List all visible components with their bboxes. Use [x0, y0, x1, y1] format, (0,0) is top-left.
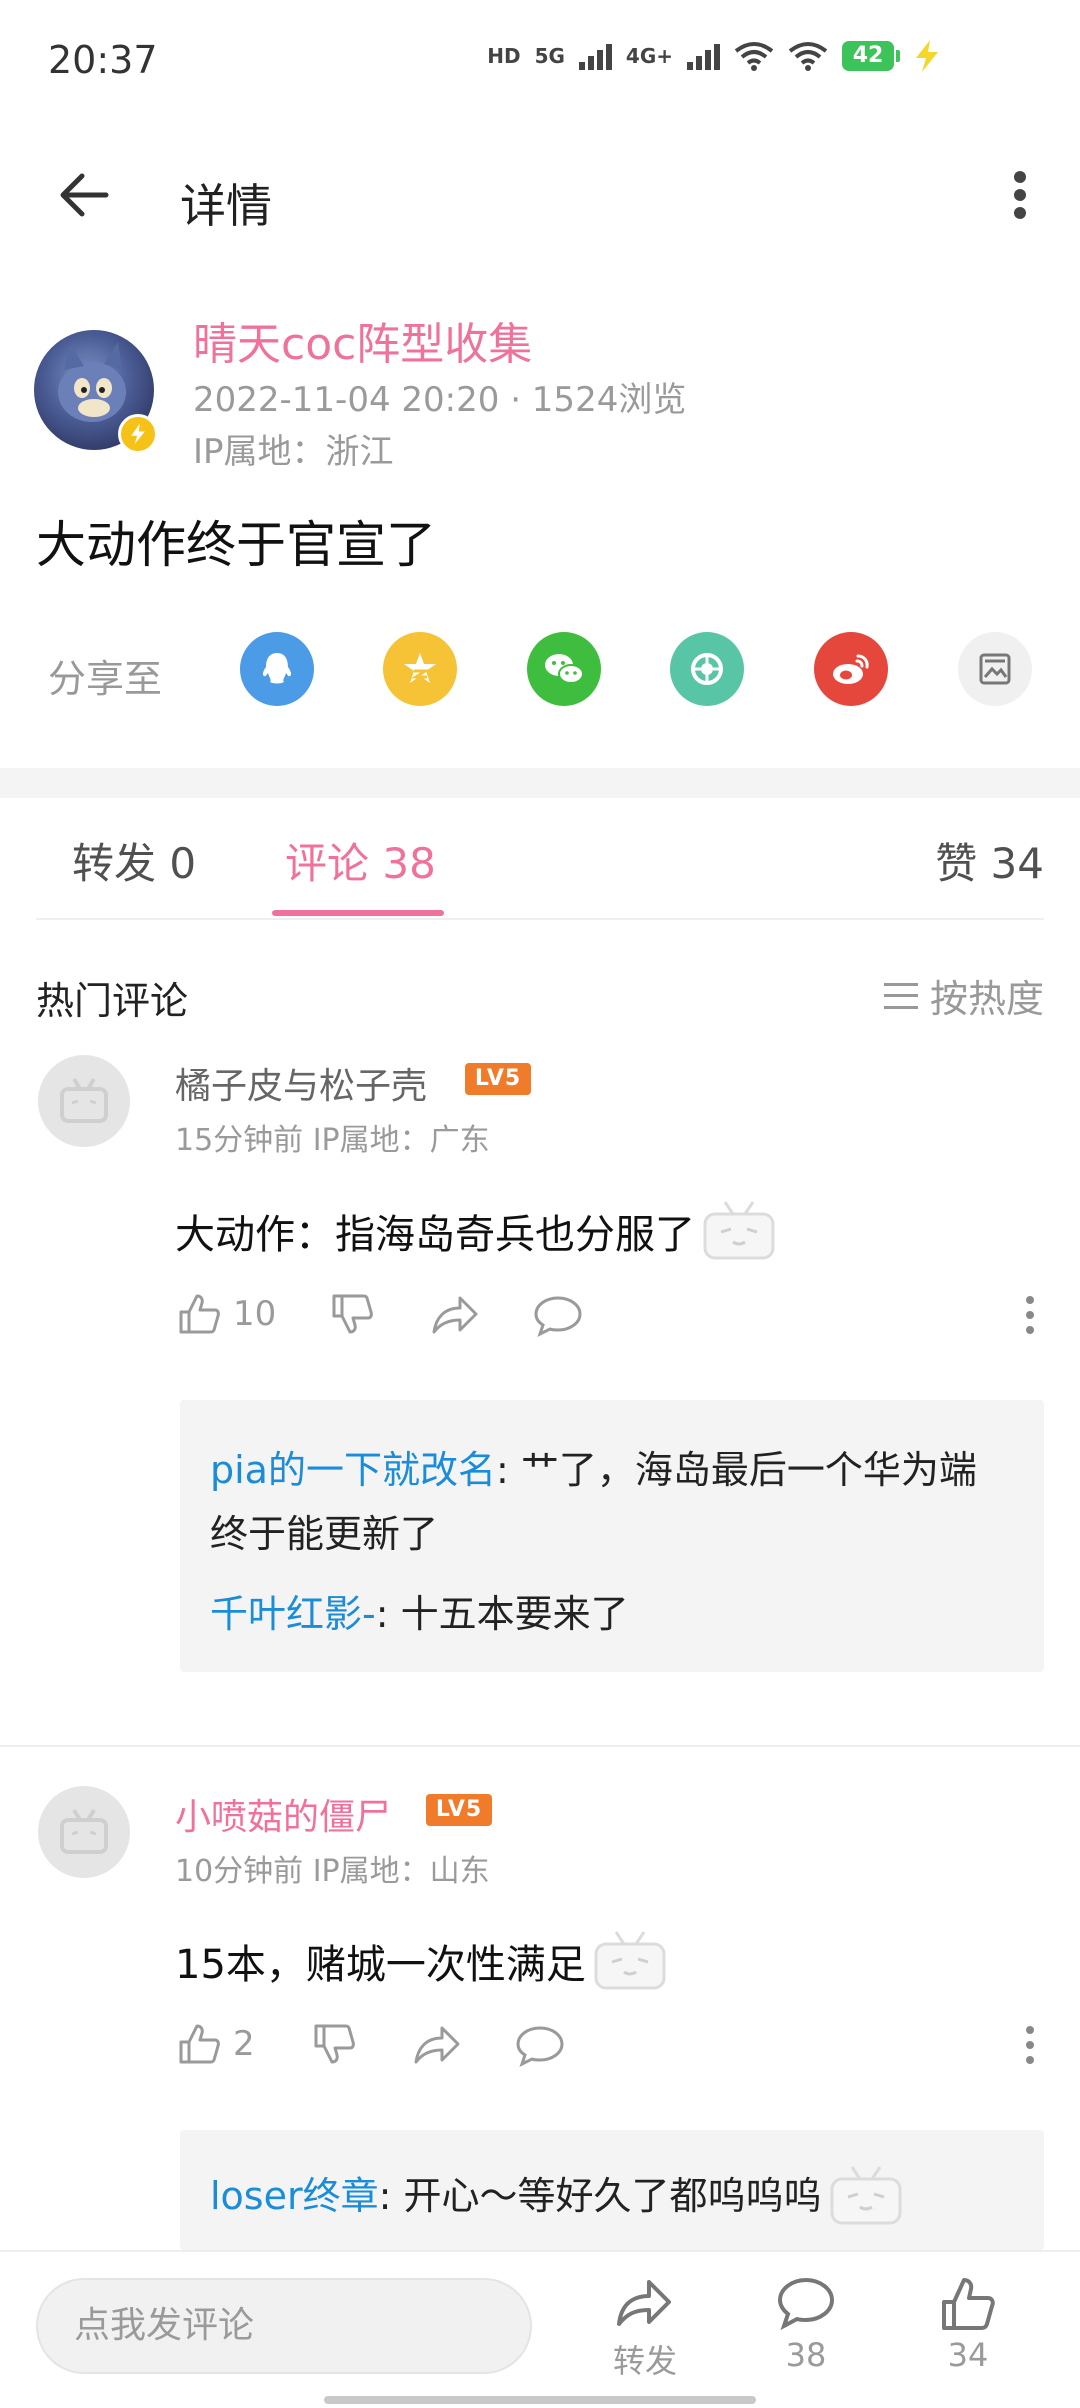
comment-meta: 10分钟前 IP属地：山东 [175, 1854, 490, 1889]
reply-bubble-icon[interactable] [514, 2024, 566, 2068]
hot-comments-title: 热门评论 [36, 979, 189, 1023]
like-count: 10 [233, 1294, 277, 1334]
reply-item[interactable]: 千叶红影-: 十五本要来了 [210, 1582, 1010, 1646]
comment-bubble-icon [777, 2277, 835, 2331]
network-5g-label: 5G [534, 44, 565, 68]
level-badge: LV5 [465, 1063, 531, 1095]
share-arrow-icon[interactable] [430, 1292, 482, 1338]
comment-meta: 15分钟前 IP属地：广东 [175, 1123, 490, 1158]
share-arrow-icon[interactable] [412, 2022, 464, 2068]
sort-button[interactable]: 按热度 [883, 968, 1044, 1023]
like-button[interactable]: 10 [175, 1290, 276, 1338]
repost-label: 转发 [612, 2342, 677, 2380]
status-time: 20:37 [48, 38, 158, 82]
reply-user[interactable]: loser终章 [210, 2164, 379, 2228]
like-button[interactable]: 2 [175, 2020, 255, 2068]
bottom-bar: 点我发评论 转发 38 34 [0, 2250, 1080, 2408]
commenter-avatar[interactable] [38, 1786, 130, 1878]
status-bar: 20:37 HD 5G 4G+ 42 [0, 0, 1080, 120]
back-arrow-icon[interactable] [50, 160, 120, 230]
tab-repost[interactable]: 转发 0 [72, 830, 196, 891]
author-name[interactable]: 晴天coc阵型收集 [193, 308, 532, 372]
network-4g-label: 4G+ [625, 44, 673, 68]
reply-text: : 开心～等好久了都呜呜呜 [378, 2174, 822, 2218]
tv-emoji-icon [703, 1201, 775, 1260]
moments-icon[interactable] [670, 632, 744, 706]
comment-text-body: 大动作：指海岛奇兵也分服了 [175, 1212, 695, 1258]
thumbs-up-icon [179, 1294, 220, 1334]
post-meta: 2022-11-04 20:20 · 1524浏览 [193, 380, 687, 420]
home-indicator[interactable] [324, 2396, 756, 2404]
comment-text: 大动作：指海岛奇兵也分服了 [175, 1200, 777, 1262]
weibo-icon[interactable] [814, 632, 888, 706]
default-avatar-icon [60, 1808, 108, 1854]
reply-text: : 十五本要来了 [375, 1592, 629, 1636]
tabs-divider [36, 918, 1044, 920]
reply-box[interactable]: pia的一下就改名: 艹了，海岛最后一个华为端终于能更新了 千叶红影-: 十五本… [180, 1400, 1044, 1672]
page: 20:37 HD 5G 4G+ 42 详情 晴天coc阵型收集 2022-11-… [0, 0, 1080, 2408]
commenter-name[interactable]: 橘子皮与松子壳 [175, 1057, 427, 1109]
thumbs-down-icon[interactable] [310, 2020, 358, 2068]
page-title: 详情 [180, 179, 272, 233]
signal-icon [687, 42, 720, 70]
post-body: 大动作终于官宣了 [36, 516, 436, 574]
like-post-button[interactable]: 34 [908, 2276, 1028, 2374]
comment-text: 15本，赌城一次性满足 [175, 1930, 668, 1992]
image-icon[interactable] [958, 632, 1032, 706]
author-avatar[interactable] [34, 330, 158, 454]
thumbs-up-icon [942, 2278, 995, 2330]
top-bar: 详情 [0, 130, 1080, 255]
wifi-icon [788, 42, 828, 71]
active-tab-indicator [272, 910, 444, 916]
sort-label: 按热度 [929, 977, 1044, 1021]
like-count: 34 [947, 2336, 989, 2374]
vip-lightning-icon [118, 414, 158, 454]
level-badge: LV5 [426, 1794, 492, 1826]
comment-text-body: 15本，赌城一次性满足 [175, 1942, 586, 1988]
signal-icon [578, 42, 612, 70]
like-count: 2 [233, 2024, 255, 2064]
comment-count: 38 [785, 2336, 827, 2374]
tv-emoji-icon [594, 1931, 666, 1990]
comment-input[interactable]: 点我发评论 [36, 2278, 532, 2374]
tab-comments[interactable]: 评论 38 [285, 830, 436, 891]
comment-button[interactable]: 38 [746, 2276, 866, 2374]
comment-more-icon[interactable] [1010, 1290, 1050, 1340]
reply-bubble-icon[interactable] [532, 1294, 584, 1338]
reply-box[interactable]: loser终章: 开心～等好久了都呜呜呜 [180, 2130, 1044, 2250]
comment-more-icon[interactable] [1010, 2020, 1050, 2070]
tv-emoji-icon [830, 2166, 901, 2225]
comment-separator [0, 1745, 1080, 1747]
share-label: 分享至 [48, 657, 163, 701]
tab-likes[interactable]: 赞 34 [935, 830, 1044, 891]
default-avatar-icon [60, 1077, 108, 1123]
menu-lines-icon [883, 982, 918, 1009]
reply-item[interactable]: loser终章: 开心～等好久了都呜呜呜 [210, 2164, 1010, 2228]
commenter-avatar[interactable] [38, 1055, 130, 1147]
wifi-icon [734, 42, 774, 71]
wechat-icon[interactable] [527, 632, 601, 706]
reply-user[interactable]: pia的一下就改名 [210, 1448, 496, 1492]
more-vertical-icon[interactable] [990, 160, 1050, 230]
section-divider [0, 768, 1080, 798]
hd-icon: HD [487, 44, 521, 68]
qq-icon[interactable] [240, 632, 314, 706]
thumbs-up-icon [179, 2024, 220, 2064]
battery-icon: 42 [842, 41, 900, 71]
reply-item[interactable]: pia的一下就改名: 艹了，海岛最后一个华为端终于能更新了 [210, 1438, 1010, 1566]
post-ip-location: IP属地：浙江 [193, 432, 394, 472]
qzone-icon[interactable] [383, 632, 457, 706]
thumbs-down-icon[interactable] [328, 1290, 376, 1338]
battery-level: 42 [842, 41, 894, 71]
charging-icon [916, 40, 938, 72]
repost-button[interactable]: 转发 [585, 2276, 705, 2382]
share-arrow-icon [617, 2280, 671, 2326]
commenter-name[interactable]: 小喷菇的僵尸 [175, 1788, 391, 1840]
status-icons: HD 5G 4G+ 42 [487, 40, 940, 72]
reply-user[interactable]: 千叶红影- [210, 1592, 376, 1636]
